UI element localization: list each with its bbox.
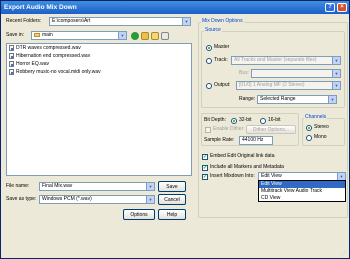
bit-16-label: 16-bit	[268, 117, 281, 123]
include-markers-label: Include all Markers and Metadata	[210, 164, 284, 170]
chevron-down-icon[interactable]: ▼	[146, 196, 154, 203]
source-output-radio[interactable]	[206, 83, 212, 89]
file-name-input[interactable]: Final Mix.wav ▼	[39, 182, 155, 191]
chevron-down-icon[interactable]: ▼	[332, 57, 340, 64]
range-combo[interactable]: Selected Range ▼	[257, 95, 337, 104]
enable-dither-label: Enable Dither	[213, 126, 244, 132]
close-button[interactable]: ×	[337, 3, 347, 12]
bit-depth-16-radio[interactable]	[260, 118, 266, 124]
source-title: Source	[204, 27, 222, 34]
save-as-type-label: Save as type:	[6, 196, 37, 202]
view-menu-icon[interactable]	[161, 32, 169, 40]
options-button[interactable]: Options	[123, 209, 155, 220]
chevron-down-icon[interactable]: ▼	[332, 70, 340, 77]
sample-rate-field[interactable]: 44100 Hz	[239, 136, 273, 145]
master-label: Master	[214, 44, 230, 50]
output-label: Output:	[214, 82, 231, 88]
chevron-down-icon[interactable]: ▼	[118, 32, 126, 39]
save-in-combo[interactable]: main ▼	[31, 31, 127, 40]
bus-label: Bus:	[239, 70, 250, 76]
embed-edit-link-checkbox[interactable]: ✓	[202, 154, 208, 160]
range-label: Range:	[239, 96, 256, 102]
recent-folders-combo[interactable]: E:\composers\Art ▼	[49, 17, 191, 26]
list-item[interactable]: DTR waves compressed.wav	[7, 44, 191, 52]
save-as-type-combo[interactable]: Windows PCM (*.wav) ▼	[39, 195, 155, 204]
chevron-down-icon[interactable]: ▼	[332, 82, 340, 89]
chevron-down-icon[interactable]: ▼	[337, 173, 345, 180]
include-markers-checkbox[interactable]: ✓	[202, 165, 208, 171]
help-title-button[interactable]: ?	[325, 3, 335, 12]
wav-file-icon	[9, 53, 14, 59]
folder-icon	[34, 32, 40, 37]
window-title: Export Audio Mix Down	[4, 4, 77, 11]
channels-group	[302, 118, 345, 146]
wav-file-icon	[9, 69, 14, 75]
cancel-button[interactable]: Cancel	[158, 194, 186, 205]
source-master-radio[interactable]	[206, 45, 212, 51]
export-dialog: Export Audio Mix Down ? × Recent Folders…	[0, 0, 350, 259]
dropdown-option[interactable]: Multitrack View Audio Track	[259, 188, 345, 195]
list-item[interactable]: Robbery music-no vocal.midi only.wav	[7, 68, 191, 76]
list-item[interactable]: Horror EQ.wav	[7, 60, 191, 68]
save-in-value: main	[42, 32, 53, 38]
output-combo[interactable]: [01/0] 1 Analog MF (2 Stereo) ▼	[236, 81, 341, 90]
stereo-radio[interactable]	[306, 125, 312, 131]
dropdown-option[interactable]: Edit View	[259, 181, 345, 188]
up-folder-icon[interactable]	[141, 32, 149, 40]
new-folder-icon[interactable]	[151, 32, 159, 40]
recent-folders-value: E:\composers\Art	[52, 18, 91, 24]
mono-label: Mono	[314, 134, 327, 140]
source-track-radio[interactable]	[206, 58, 212, 64]
insert-mixdown-checkbox[interactable]: ✓	[202, 174, 208, 180]
sample-rate-label: Sample Rate:	[204, 137, 235, 143]
wav-file-icon	[9, 61, 14, 67]
resize-grip-icon[interactable]: ⋰	[342, 250, 347, 256]
bus-combo[interactable]: ▼	[251, 69, 341, 78]
embed-edit-link-label: Embed Edit Original link data	[210, 153, 275, 159]
track-label: Track:	[214, 57, 228, 63]
dither-options-button[interactable]: Dither Options...	[246, 125, 296, 134]
bit-depth-32-radio[interactable]	[231, 118, 237, 124]
file-list: DTR waves compressed.wav Hibernation end…	[6, 43, 192, 176]
track-combo[interactable]: All Tracks and Master (separate files) ▼	[231, 56, 341, 65]
channels-title: Channels	[304, 114, 328, 121]
mono-radio[interactable]	[306, 135, 312, 141]
chevron-down-icon[interactable]: ▼	[146, 183, 154, 190]
close-icon: ×	[340, 4, 344, 10]
insert-mixdown-label: Insert Mixdown Into:	[210, 173, 255, 179]
wav-file-icon	[9, 45, 14, 51]
save-in-label: Save in:	[6, 32, 25, 38]
list-item[interactable]: Hibernation end compressed.wav	[7, 52, 191, 60]
bit-32-label: 32-bit	[239, 117, 252, 123]
dropdown-option[interactable]: CD View	[259, 195, 345, 202]
recent-folders-label: Recent Folders:	[6, 18, 42, 24]
file-name-label: File name:	[6, 183, 30, 189]
chevron-down-icon[interactable]: ▼	[182, 18, 190, 25]
save-button[interactable]: Save	[158, 181, 186, 192]
title-bar: Export Audio Mix Down ? ×	[1, 1, 349, 14]
enable-dither-checkbox[interactable]	[205, 127, 211, 133]
mixdown-options-title: Mix Down Options	[201, 18, 244, 25]
insert-mixdown-dropdown: Edit View Multitrack View Audio Track CD…	[258, 180, 346, 202]
help-button[interactable]: Help	[158, 209, 186, 220]
chevron-down-icon[interactable]: ▼	[328, 96, 336, 103]
help-icon: ?	[328, 4, 332, 10]
bit-depth-label: Bit Depth:	[204, 117, 226, 123]
stereo-label: Stereo	[314, 124, 329, 130]
back-icon[interactable]	[131, 32, 139, 40]
